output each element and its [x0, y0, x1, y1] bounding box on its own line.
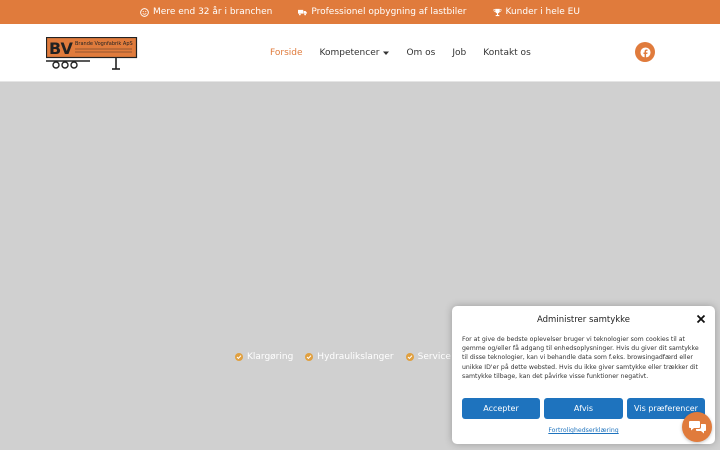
nav-item-om-os[interactable]: Om os: [406, 48, 435, 58]
logo-company-name: Brande Vognfabrik ApS: [75, 41, 133, 47]
feature-label: Service: [417, 352, 451, 362]
nav-item-label: Kompetencer: [319, 48, 380, 58]
cookie-consent-dialog: Administrer samtykke For at give de beds…: [452, 306, 715, 444]
smile-icon: [140, 7, 149, 17]
nav-item-job[interactable]: Job: [452, 48, 466, 58]
check-icon: [305, 353, 314, 361]
trophy-icon: [493, 8, 501, 16]
facebook-button[interactable]: [635, 42, 655, 62]
truck-icon: [298, 9, 308, 15]
logo-graphic: BV Brande Vognfabrik ApS: [45, 36, 138, 70]
topbar-item-experience: Mere end 32 år i branchen: [140, 7, 272, 17]
caret-down-icon: [383, 51, 390, 55]
top-info-bar: Mere end 32 år i branchen Professionel o…: [0, 0, 720, 24]
nav-item-forside[interactable]: Forside: [270, 48, 303, 58]
accept-button[interactable]: Accepter: [462, 398, 540, 419]
topbar-item-truck: Professionel opbygning af lastbiler: [298, 7, 467, 17]
feature-item: Service: [405, 352, 451, 362]
privacy-policy-link[interactable]: Fortrolighedserklæring: [452, 427, 715, 434]
decline-button[interactable]: Afvis: [544, 398, 623, 419]
chat-button[interactable]: [682, 412, 712, 442]
nav-item-kontakt-os[interactable]: Kontakt os: [483, 48, 531, 58]
consent-body-text: For at give de bedste oplevelser bruger …: [462, 336, 699, 380]
site-header: BV Brande Vognfabrik ApS Forside Kompete…: [0, 24, 720, 82]
hero-feature-list: Klargøring Hydraulikslanger Service Re: [235, 352, 486, 362]
company-logo[interactable]: BV Brande Vognfabrik ApS: [45, 36, 138, 71]
topbar-text: Kunder i hele EU: [505, 7, 580, 17]
check-icon: [405, 353, 414, 361]
check-icon: [235, 353, 243, 361]
main-navigation: Forside Kompetencer Om os Job Kontakt os: [270, 24, 531, 82]
feature-label: Hydraulikslanger: [317, 352, 394, 362]
close-icon[interactable]: [696, 314, 706, 324]
chat-bubbles-icon: [688, 420, 706, 433]
topbar-text: Professionel opbygning af lastbiler: [311, 7, 467, 17]
topbar-text: Mere end 32 år i branchen: [153, 7, 273, 17]
feature-label: Klargøring: [247, 352, 294, 362]
topbar-item-eu: Kunder i hele EU: [493, 7, 580, 17]
feature-item: Hydraulikslanger: [305, 352, 394, 362]
consent-title: Administrer samtykke: [537, 315, 630, 325]
facebook-icon: [639, 46, 651, 58]
logo-letters: BV: [49, 39, 74, 58]
feature-item: Klargøring: [235, 352, 293, 362]
nav-item-kompetencer[interactable]: Kompetencer: [320, 48, 390, 58]
